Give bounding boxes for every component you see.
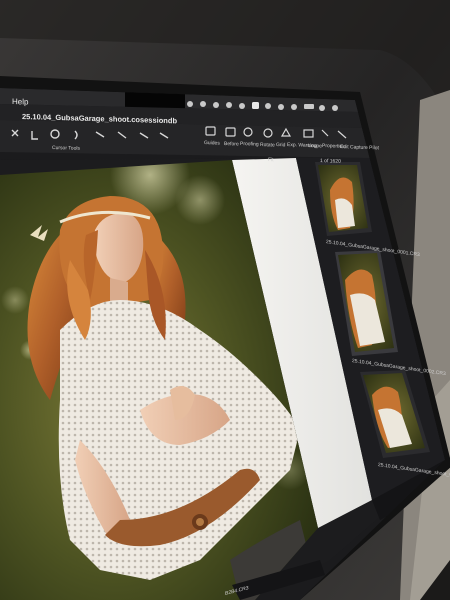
thumbnail-2-button[interactable] <box>363 374 425 454</box>
cursor-tools-label: Cursor Tools <box>52 145 80 152</box>
thumbnail-1-button[interactable] <box>338 254 394 352</box>
viewer-zoom-label: 1 of 1620 <box>320 158 341 165</box>
toolbar-buttons[interactable] <box>200 124 365 152</box>
help-menu-button[interactable] <box>10 94 34 106</box>
viewer-format-label: Fit <box>268 157 274 163</box>
thumbnail-0-button[interactable] <box>318 165 368 235</box>
cursor-tools-buttons[interactable] <box>8 126 178 144</box>
